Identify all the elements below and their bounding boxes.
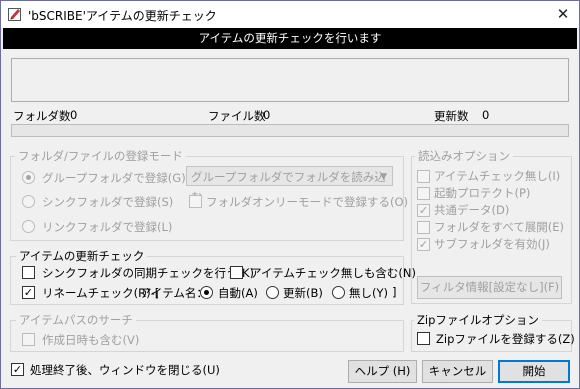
start-button[interactable]: 開始	[498, 360, 570, 383]
message-area	[11, 58, 569, 102]
radio-group-folder-label: グループフォルダで登録(G)	[42, 171, 186, 185]
no-item-check-label: アイテムチェック無し(I)	[434, 169, 561, 183]
folder-count-label: フォルダ数	[13, 109, 71, 123]
file-count-label: ファイル数	[208, 109, 266, 123]
folder-count-value: 0	[70, 108, 78, 122]
common-data-checkbox[interactable]: ✓	[417, 204, 430, 217]
update-count-value: 0	[482, 108, 490, 122]
subfolder-enable-label: サブフォルダを有効(J)	[434, 237, 550, 251]
cancel-button[interactable]: キャンセル	[422, 360, 493, 383]
zip-options-legend: Zipファイルオプション	[414, 312, 542, 328]
window-title: 'bSCRIBE'アイテムの更新チェック	[28, 9, 217, 23]
include-date-label: 作成日時も含む(V)	[42, 333, 140, 347]
register-mode-legend: フォルダ/ファイルの登録モード	[15, 148, 186, 164]
folder-only-label: フォルダオンリーモードで登録する(O)	[206, 195, 409, 209]
title-bar[interactable]: 'bSCRIBE'アイテムの更新チェック ✕	[1, 1, 579, 28]
sync-check-checkbox[interactable]	[22, 266, 35, 279]
radio-update[interactable]	[266, 286, 279, 299]
radio-link-folder-label: リンクフォルダで登録(L)	[42, 220, 173, 234]
no-item-check-checkbox[interactable]	[417, 170, 430, 183]
path-search-legend: アイテムパスのサーチ	[16, 312, 136, 328]
register-zip-label: Zipファイルを登録する(Z)	[436, 332, 575, 346]
update-count-label: 更新数	[434, 109, 469, 123]
help-button[interactable]: ヘルプ (H)	[348, 360, 417, 383]
close-bracket: ]	[392, 285, 397, 299]
chevron-down-icon: ▼	[380, 172, 387, 182]
include-no-item-check-checkbox[interactable]	[230, 266, 243, 279]
radio-none-label: 無し(Y)	[349, 286, 388, 300]
folder-only-checkbox[interactable]	[189, 195, 202, 208]
expand-all-label: フォルダをすべて展開(E)	[434, 220, 564, 234]
item-name-label: アイテム名：	[140, 286, 208, 300]
sync-check-label: シンクフォルダの同期チェックを行う(K)	[42, 266, 255, 280]
radio-auto[interactable]	[200, 286, 213, 299]
radio-sync-folder[interactable]	[22, 195, 35, 208]
file-count-value: 0	[263, 108, 271, 122]
startup-protect-checkbox[interactable]	[417, 187, 430, 200]
progress-bar	[11, 124, 569, 137]
radio-group-folder[interactable]	[22, 171, 35, 184]
rename-check-checkbox[interactable]: ✓	[22, 286, 35, 299]
include-no-item-check-label: アイテムチェック無しも含む(N)	[250, 266, 416, 280]
include-date-checkbox[interactable]	[22, 333, 35, 346]
radio-sync-folder-label: シンクフォルダで登録(S)	[42, 195, 174, 209]
common-data-label: 共通データ(D)	[434, 203, 510, 217]
update-check-legend: アイテムの更新チェック	[16, 248, 148, 264]
startup-protect-label: 起動プロテクト(P)	[434, 186, 531, 200]
load-mode-select[interactable]: グループフォルダでフォルダを読み込む ▼	[186, 166, 393, 204]
subfolder-enable-checkbox[interactable]: ✓	[417, 238, 430, 251]
close-icon[interactable]: ✕	[553, 5, 573, 23]
dialog-window: 'bSCRIBE'アイテムの更新チェック ✕ アイテムの更新チェックを行います …	[0, 0, 580, 389]
close-after-label: 処理終了後、ウィンドウを閉じる(U)	[30, 363, 220, 377]
radio-link-folder[interactable]	[22, 220, 35, 233]
radio-auto-label: 自動(A)	[218, 286, 258, 300]
radio-update-label: 更新(B)	[283, 286, 323, 300]
radio-none[interactable]	[332, 286, 345, 299]
close-after-checkbox[interactable]: ✓	[11, 363, 24, 376]
app-pencil-icon	[8, 7, 22, 21]
filter-info-button[interactable]: フィルタ情報[設定なし](F)	[417, 276, 562, 299]
read-options-legend: 読込みオプション	[415, 148, 513, 164]
status-banner: アイテムの更新チェックを行います	[3, 28, 577, 49]
register-zip-checkbox[interactable]	[417, 332, 430, 345]
expand-all-checkbox[interactable]	[417, 221, 430, 234]
